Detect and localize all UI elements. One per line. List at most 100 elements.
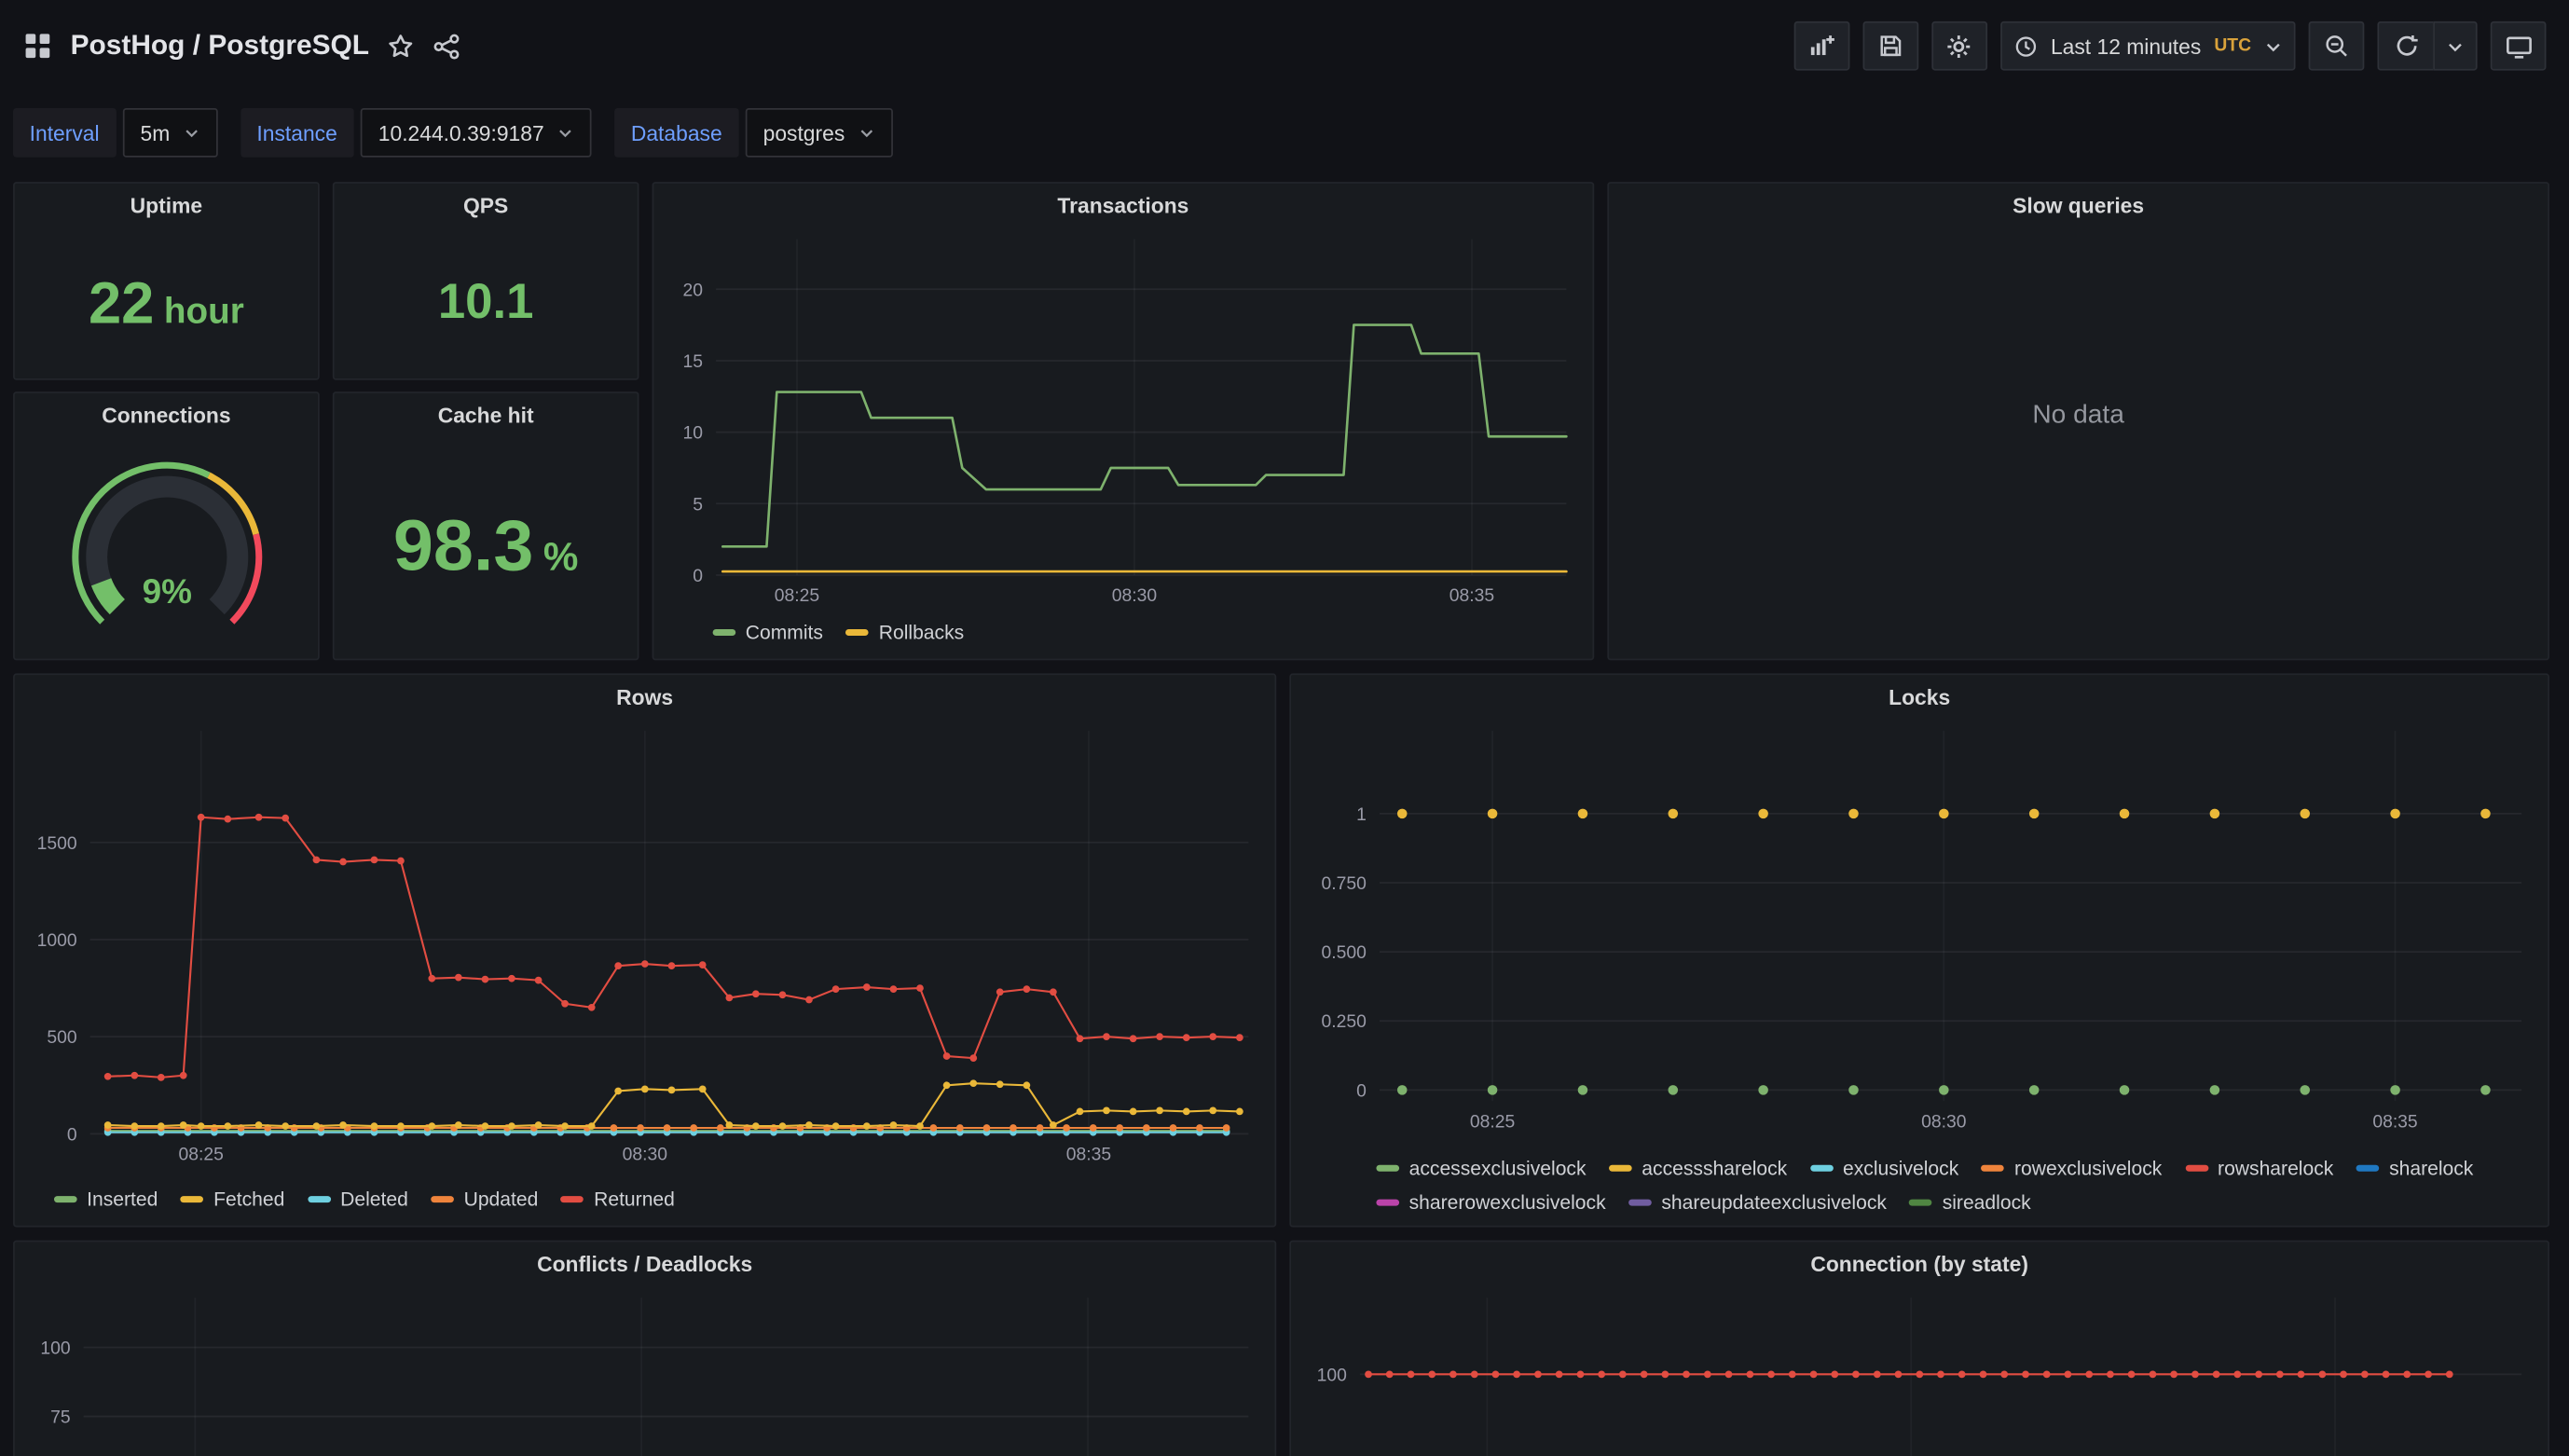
legend-item-sireadlock[interactable]: sireadlock (1909, 1189, 2031, 1216)
zoom-out-icon (2323, 33, 2349, 59)
series-color-chip (1376, 1199, 1400, 1206)
panel-locks: Locks 08:25 08:30 08:35 0 0.250 0.500 0.750 1 a… (1289, 673, 2549, 1228)
panel-title-conflicts[interactable]: Conflicts / Deadlocks (15, 1242, 1275, 1284)
legend-item-accesssharelock[interactable]: accesssharelock (1609, 1155, 1787, 1181)
panel-uptime: Uptime 22 hour (13, 182, 320, 380)
time-range-label: Last 12 minutes (2050, 34, 2202, 59)
panel-title-rows[interactable]: Rows (15, 675, 1275, 718)
chevron-down-icon (183, 125, 199, 142)
series-color-chip (1909, 1199, 1933, 1206)
series-color-chip (2356, 1164, 2380, 1172)
breadcrumb[interactable]: PostHog / PostgreSQL (23, 30, 461, 62)
series-color-chip (712, 628, 736, 636)
panel-title-transactions[interactable]: Transactions (653, 184, 1592, 227)
rows-chart[interactable]: 08:25 08:30 08:35 0 500 1000 1500 (28, 721, 1262, 1173)
add-panel-icon (1807, 32, 1835, 60)
legend-item-exclusivelock[interactable]: exclusivelock (1809, 1155, 1958, 1181)
connections-gauge: 9% (15, 436, 318, 659)
legend-item-Inserted[interactable]: Inserted (54, 1187, 158, 1213)
instance-select[interactable]: 10.244.0.39:9187 (360, 108, 592, 158)
dashboards-grid-icon (23, 31, 53, 61)
legend-item-Returned[interactable]: Returned (560, 1187, 675, 1213)
zoom-out-button[interactable] (2308, 21, 2365, 71)
svg-text:5: 5 (693, 495, 703, 515)
save-dashboard-button[interactable] (1861, 21, 1918, 71)
legend-item-sharelock[interactable]: sharelock (2356, 1155, 2473, 1181)
uptime-stat: 22 hour (89, 268, 244, 337)
connection-by-state-chart[interactable]: 100 (1304, 1288, 2535, 1456)
panel-title-cache-hit[interactable]: Cache hit (335, 393, 638, 436)
chevron-down-icon (858, 125, 874, 142)
save-icon (1877, 33, 1903, 59)
series-color-chip (54, 1196, 77, 1203)
legend-item-sharerowexclusivelock[interactable]: sharerowexclusivelock (1376, 1189, 1606, 1216)
no-data-message: No data (2032, 402, 2124, 431)
qps-stat: 10.1 (438, 274, 534, 330)
legend-item-Deleted[interactable]: Deleted (307, 1187, 408, 1213)
panel-title-slow-queries[interactable]: Slow queries (1609, 184, 2548, 227)
refresh-button-group (2377, 21, 2478, 71)
legend-label: accessexclusivelock (1408, 1156, 1587, 1180)
svg-text:08:35: 08:35 (1066, 1145, 1111, 1164)
add-panel-button[interactable] (1793, 21, 1849, 71)
time-range-picker[interactable]: Last 12 minutes UTC (1999, 21, 2296, 71)
svg-text:100: 100 (40, 1339, 70, 1358)
svg-text:500: 500 (47, 1028, 76, 1048)
database-value: postgres (762, 120, 845, 145)
panel-title-uptime[interactable]: Uptime (15, 184, 318, 227)
refresh-button[interactable] (2377, 21, 2434, 71)
panel-connections: Connections 9% (13, 391, 320, 661)
legend-item-shareupdateexclusivelock[interactable]: shareupdateexclusivelock (1628, 1189, 1887, 1216)
variable-interval: Interval 5m (13, 108, 218, 158)
series-color-chip (1609, 1164, 1632, 1172)
panel-title-connections[interactable]: Connections (15, 393, 318, 436)
legend-item-Rollbacks[interactable]: Rollbacks (845, 619, 964, 645)
legend-item-accessexclusivelock[interactable]: accessexclusivelock (1376, 1155, 1587, 1181)
legend-item-Updated[interactable]: Updated (431, 1187, 538, 1213)
dashboard-variables-row: Interval 5m Instance 10.244.0.39:9187 Da… (13, 104, 2556, 160)
series-color-chip (560, 1196, 584, 1203)
legend-label: Updated (463, 1188, 539, 1211)
series-color-chip (1628, 1199, 1652, 1206)
panel-connection-by-state: Connection (by state) 100 (1289, 1240, 2549, 1456)
panel-title-qps[interactable]: QPS (335, 184, 638, 227)
variable-label-instance: Instance (240, 108, 354, 158)
svg-text:08:35: 08:35 (1449, 586, 1494, 606)
legend-item-Commits[interactable]: Commits (712, 619, 823, 645)
share-icon[interactable] (433, 32, 461, 60)
refresh-interval-dropdown[interactable] (2433, 21, 2478, 71)
interval-select[interactable]: 5m (122, 108, 218, 158)
transactions-chart[interactable]: 08:25 08:30 08:35 0 5 10 15 20 (666, 229, 1579, 614)
legend-item-rowsharelock[interactable]: rowsharelock (2184, 1155, 2333, 1181)
legend-label: sharelock (2389, 1156, 2474, 1180)
clock-icon (2013, 34, 2038, 58)
chart-canvas: 08:25 08:30 08:35 0 0.250 0.500 0.750 1 (1322, 730, 2522, 1132)
locks-legend: accessexclusivelock accesssharelock exclus… (1304, 1155, 2535, 1216)
chart-canvas: 08:25 08:30 08:35 0 5 10 15 20 (683, 239, 1568, 606)
svg-text:0: 0 (67, 1125, 77, 1145)
gauge-canvas: 9% (71, 461, 262, 625)
header-bar: PostHog / PostgreSQL Last 12 minutes UTC (0, 0, 2569, 91)
database-select[interactable]: postgres (745, 108, 893, 158)
rows-legend: Inserted Fetched Deleted Updated Returned (28, 1187, 1262, 1213)
conflicts-chart[interactable]: 100 75 (28, 1288, 1262, 1456)
legend-item-rowexclusivelock[interactable]: rowexclusivelock (1981, 1155, 2162, 1181)
panel-title-connection-by-state[interactable]: Connection (by state) (1291, 1242, 2548, 1284)
gear-icon (1945, 32, 1973, 60)
qps-value: 10.1 (437, 274, 534, 329)
gauge-value: 9% (142, 572, 191, 611)
kiosk-mode-button[interactable] (2490, 21, 2547, 71)
refresh-icon (2393, 33, 2419, 59)
svg-text:08:30: 08:30 (623, 1145, 667, 1164)
variable-instance: Instance 10.244.0.39:9187 (240, 108, 592, 158)
legend-item-Fetched[interactable]: Fetched (180, 1187, 285, 1213)
star-icon[interactable] (387, 32, 415, 60)
series-color-chip (1376, 1164, 1400, 1172)
legend-label: Fetched (213, 1188, 285, 1211)
chevron-down-icon (2446, 37, 2464, 55)
svg-text:08:25: 08:25 (179, 1145, 224, 1164)
locks-chart[interactable]: 08:25 08:30 08:35 0 0.250 0.500 0.750 1 (1304, 721, 2535, 1140)
panel-title-locks[interactable]: Locks (1291, 675, 2548, 718)
dashboard-settings-button[interactable] (1930, 21, 1987, 71)
grafana-dashboard: PostHog / PostgreSQL Last 12 minutes UTC… (0, 0, 2569, 1456)
